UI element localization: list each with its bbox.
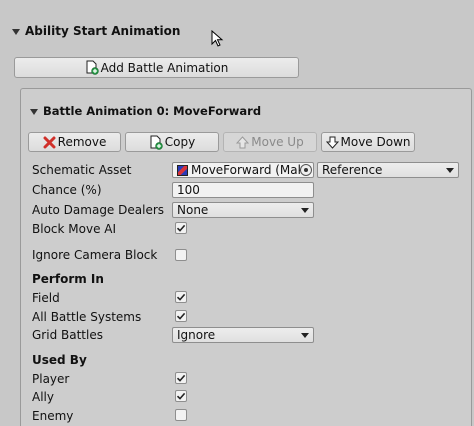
mouse-cursor-icon	[211, 30, 224, 47]
schematic-asset-icon	[177, 164, 188, 176]
inspector-window: { "header": { "title": "Ability Start An…	[0, 0, 474, 426]
panel-foldout-arrow-icon[interactable]	[30, 108, 38, 115]
add-battle-animation-label: Add Battle Animation	[100, 60, 229, 75]
player-checkbox[interactable]	[175, 372, 187, 384]
section-foldout[interactable]: Ability Start Animation	[12, 24, 180, 38]
ignore-camera-label: Ignore Camera Block	[32, 248, 158, 262]
arrow-up-icon	[236, 135, 250, 149]
checkmark-icon	[176, 374, 186, 382]
schematic-asset-label: Schematic Asset	[32, 163, 132, 177]
chevron-down-icon	[446, 167, 454, 173]
schematic-asset-field[interactable]: MoveForward (Makin	[172, 162, 314, 178]
schematic-asset-value: MoveForward (Makin	[191, 163, 309, 177]
schematic-reference-dropdown[interactable]: Reference	[317, 162, 459, 178]
block-move-checkbox[interactable]	[175, 222, 187, 234]
move-up-button[interactable]: Move Up	[223, 132, 317, 152]
checkmark-icon	[176, 312, 186, 320]
remove-icon	[43, 136, 56, 149]
auto-damage-label: Auto Damage Dealers	[32, 203, 165, 217]
chance-label: Chance (%)	[32, 183, 102, 197]
copy-button[interactable]: Copy	[125, 132, 219, 152]
chevron-down-icon	[301, 332, 309, 338]
ally-label: Ally	[32, 390, 54, 404]
move-down-button[interactable]: Move Down	[321, 132, 415, 152]
auto-damage-dropdown[interactable]: None	[172, 202, 314, 218]
checkmark-icon	[176, 392, 186, 400]
panel-foldout[interactable]: Battle Animation 0: MoveForward	[30, 104, 261, 118]
ignore-camera-checkbox[interactable]	[175, 249, 187, 261]
add-document-icon	[85, 60, 99, 75]
section-title: Ability Start Animation	[25, 24, 181, 38]
player-label: Player	[32, 372, 70, 386]
copy-icon	[149, 135, 163, 150]
perform-in-heading: Perform In	[32, 272, 104, 286]
object-picker-icon[interactable]	[300, 164, 312, 176]
chevron-down-icon	[301, 207, 309, 213]
auto-damage-value: None	[177, 203, 209, 217]
move-up-label: Move Up	[251, 135, 304, 149]
grid-battles-dropdown[interactable]: Ignore	[172, 327, 314, 343]
remove-button[interactable]: Remove	[28, 132, 121, 152]
checkmark-icon	[176, 224, 186, 232]
panel-title: Battle Animation 0: MoveForward	[43, 104, 262, 118]
arrow-down-icon	[325, 136, 339, 149]
used-by-heading: Used By	[32, 353, 87, 367]
checkmark-icon	[176, 293, 186, 301]
foldout-arrow-icon[interactable]	[12, 28, 20, 35]
block-move-label: Block Move AI	[32, 222, 117, 236]
chance-value: 100	[177, 183, 200, 197]
all-battle-systems-checkbox[interactable]	[175, 310, 187, 322]
field-checkbox[interactable]	[175, 291, 187, 303]
move-down-label: Move Down	[340, 135, 411, 149]
ally-checkbox[interactable]	[175, 390, 187, 402]
enemy-label: Enemy	[32, 409, 74, 423]
add-battle-animation-button[interactable]: Add Battle Animation	[14, 57, 299, 78]
grid-battles-label: Grid Battles	[32, 328, 103, 342]
remove-label: Remove	[57, 135, 107, 149]
chance-input[interactable]: 100	[172, 182, 314, 198]
schematic-reference-value: Reference	[322, 163, 383, 177]
field-label: Field	[32, 291, 60, 305]
enemy-checkbox[interactable]	[175, 409, 187, 421]
grid-battles-value: Ignore	[177, 328, 216, 342]
all-battle-systems-label: All Battle Systems	[32, 310, 142, 324]
copy-label: Copy	[164, 135, 196, 149]
